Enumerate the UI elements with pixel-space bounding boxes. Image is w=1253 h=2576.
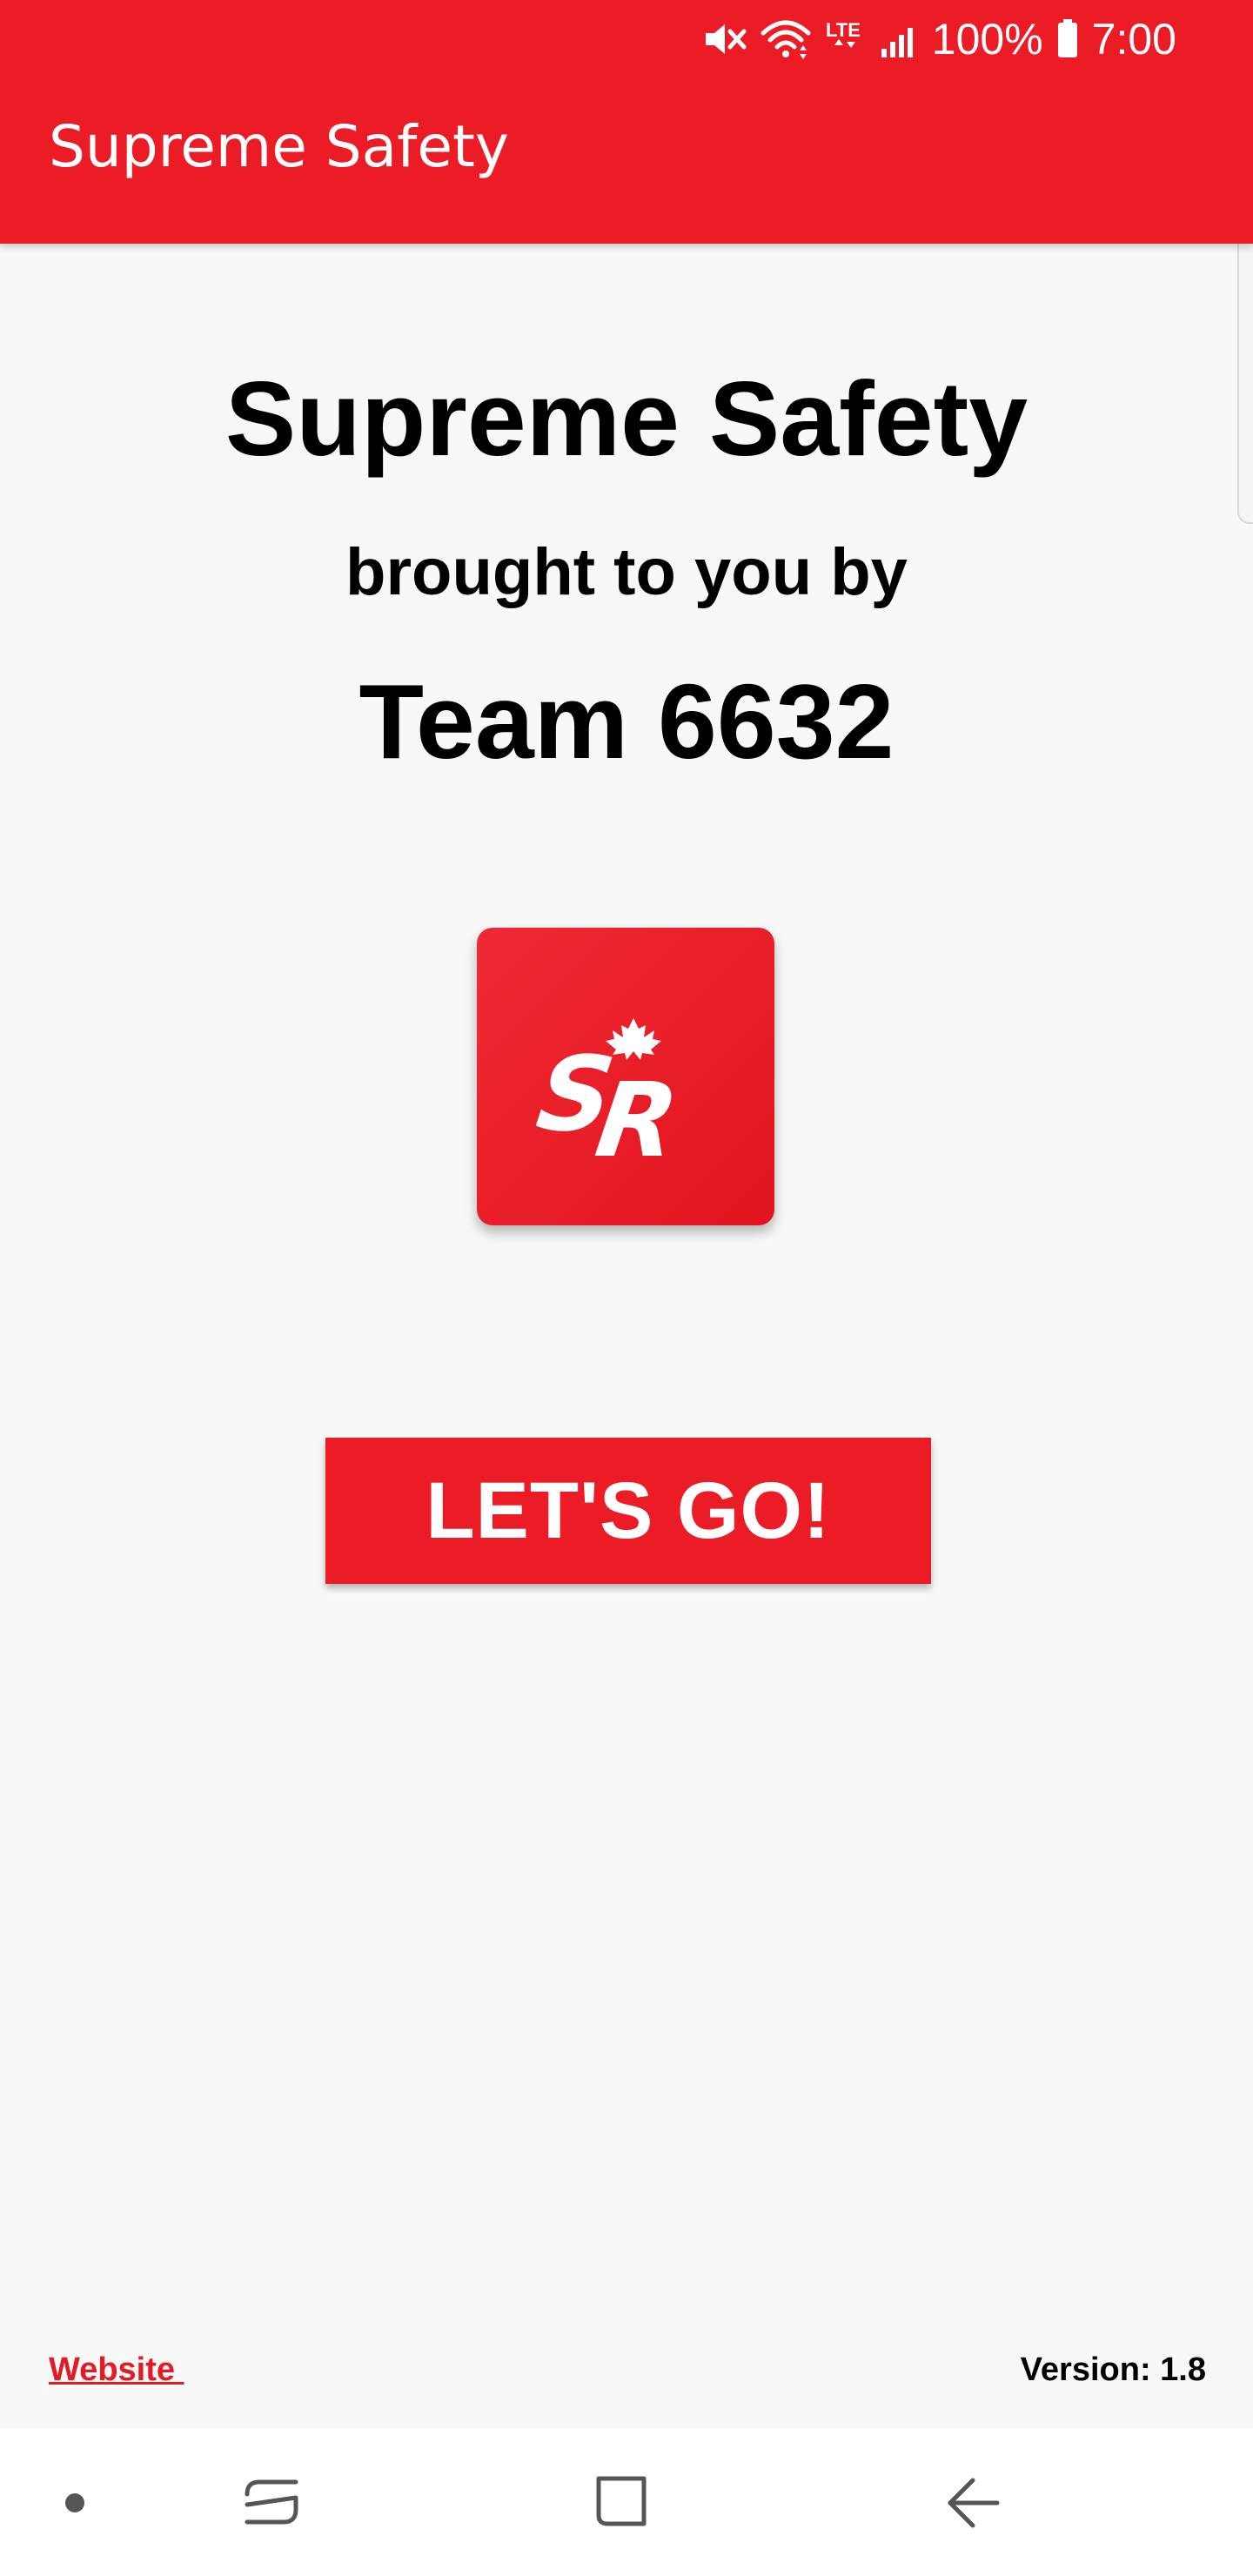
svg-text:R: R — [589, 1061, 685, 1180]
recents-icon[interactable] — [202, 2428, 341, 2576]
dot-icon[interactable] — [5, 2428, 144, 2576]
battery-percent: 100% — [931, 15, 1043, 64]
home-icon[interactable] — [552, 2428, 691, 2576]
back-icon[interactable] — [903, 2428, 1042, 2576]
edge-panel-handle[interactable] — [1237, 233, 1253, 524]
mute-icon — [700, 16, 747, 63]
team-name: Team 6632 — [358, 662, 895, 781]
tagline: brought to you by — [345, 535, 908, 609]
app-header: LTE 100% 7:00 Supreme Safety — [0, 0, 1253, 244]
page-title: Supreme Safety — [224, 359, 1029, 478]
version-label: Version: 1.8 — [1020, 2351, 1206, 2388]
wifi-icon — [760, 16, 812, 63]
status-icons: LTE 100% 7:00 — [700, 9, 1176, 70]
lte-label: LTE — [826, 19, 861, 41]
website-link[interactable]: Website — [49, 2353, 184, 2386]
app-bar-title: Supreme Safety — [49, 113, 509, 180]
status-bar: LTE 100% 7:00 — [0, 0, 1253, 75]
signal-icon — [878, 16, 920, 63]
navigation-bar — [0, 2428, 1253, 2576]
lets-go-button[interactable]: LET'S GO! — [325, 1438, 931, 1584]
sr-logo-icon: S R — [477, 928, 774, 1225]
battery-icon — [1055, 16, 1080, 63]
clock-time: 7:00 — [1091, 15, 1176, 64]
lte-icon: LTE — [824, 16, 866, 63]
